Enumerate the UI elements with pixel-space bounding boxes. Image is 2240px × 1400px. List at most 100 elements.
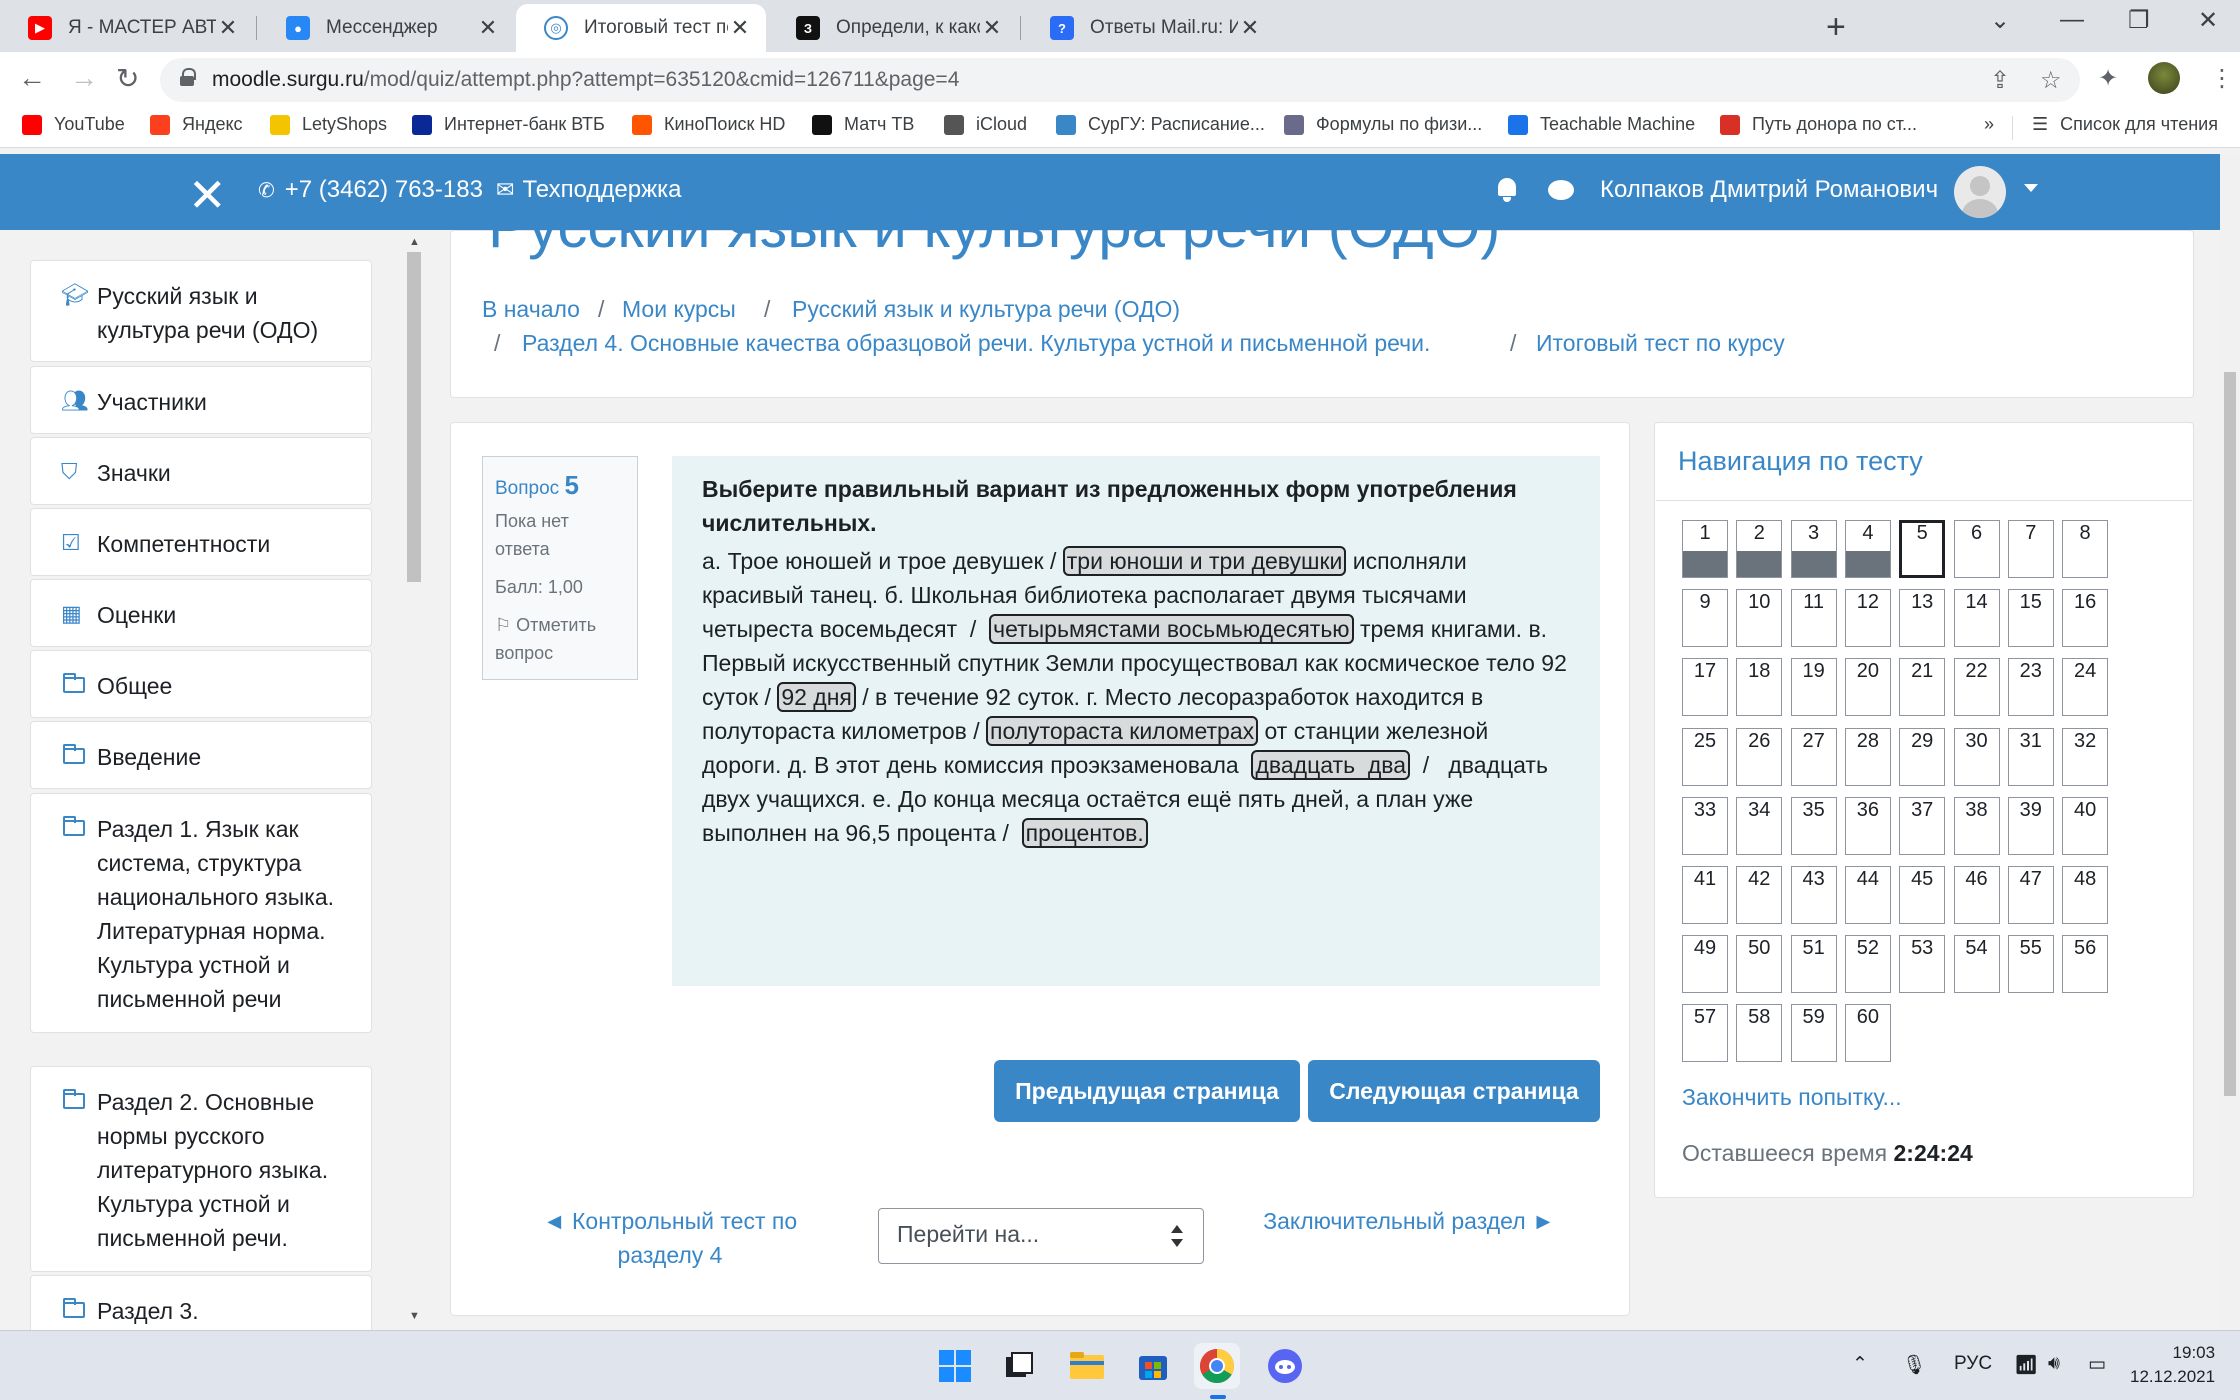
question-nav-button[interactable]: 7 (2007, 520, 2054, 578)
question-nav-button[interactable]: 58 (1736, 1004, 1783, 1063)
question-nav-button[interactable]: 3 (1790, 520, 1837, 578)
question-nav-button[interactable]: 43 (1790, 866, 1837, 924)
sidebar-item-section-3[interactable]: Раздел 3. (30, 1275, 372, 1330)
question-nav-button[interactable]: 4 (1844, 520, 1891, 578)
chrome-icon[interactable] (1194, 1343, 1240, 1389)
previous-activity-link[interactable]: ◄ Контрольный тест по разделу 4 (520, 1204, 820, 1272)
tab-mailru-answers[interactable]: ? Ответы Mail.ru: Исправьте ошиб ✕ (1022, 4, 1276, 52)
question-nav-button[interactable]: 17 (1682, 658, 1728, 717)
close-tab-icon[interactable]: ✕ (728, 15, 752, 41)
close-tab-icon[interactable]: ✕ (216, 15, 240, 41)
bookmark-surgu[interactable]: СурГУ: Расписание... (1056, 114, 1265, 135)
question-nav-button[interactable]: 52 (1844, 935, 1891, 994)
question-nav-button[interactable]: 35 (1790, 796, 1837, 855)
question-nav-button[interactable]: 47 (2007, 866, 2054, 924)
breadcrumb-course[interactable]: Русский язык и культура речи (ОДО) (792, 296, 1180, 323)
question-nav-button[interactable]: 31 (2007, 727, 2054, 786)
breadcrumb-section[interactable]: Раздел 4. Основные качества образцовой р… (522, 330, 1430, 357)
question-nav-button[interactable]: 22 (1953, 658, 2000, 717)
question-nav-button[interactable]: 13 (1899, 589, 1946, 648)
scroll-down-icon[interactable]: ▼ (409, 1310, 420, 1322)
bookmark-star-icon[interactable]: ☆ (2040, 66, 2062, 95)
address-bar[interactable]: moodle.surgu.ru/mod/quiz/attempt.php?att… (160, 58, 2080, 102)
reading-list[interactable]: ☰ Список для чтения (2032, 114, 2218, 135)
task-view-icon[interactable] (996, 1343, 1042, 1389)
microsoft-store-icon[interactable] (1130, 1343, 1176, 1389)
question-nav-button[interactable]: 45 (1899, 866, 1946, 924)
question-nav-button[interactable]: 40 (2062, 796, 2109, 855)
question-nav-button[interactable]: 1 (1682, 520, 1728, 578)
more-bookmarks-icon[interactable]: » (1984, 114, 1994, 135)
bookmark-matchtv[interactable]: Матч ТВ (812, 114, 914, 135)
bookmark-apple[interactable]: iCloud (944, 114, 1027, 135)
close-tab-icon[interactable]: ✕ (1238, 15, 1262, 41)
question-nav-button[interactable]: 26 (1736, 727, 1783, 786)
sidebar-item-participants[interactable]: 👥︎ Участники (30, 366, 372, 434)
discord-icon[interactable] (1262, 1343, 1308, 1389)
question-nav-button[interactable]: 9 (1682, 589, 1728, 648)
question-nav-button[interactable]: 34 (1736, 796, 1783, 855)
system-clock[interactable]: 19:03 12.12.2021 (2130, 1341, 2215, 1389)
question-nav-button[interactable]: 55 (2007, 935, 2054, 994)
close-tab-icon[interactable]: ✕ (980, 15, 1004, 41)
tab-messenger[interactable]: ● Мессенджер ✕ (258, 4, 514, 52)
question-nav-button[interactable]: 5 (1899, 520, 1946, 578)
show-hidden-icons[interactable]: ⌃ (1852, 1353, 1868, 1376)
question-nav-button[interactable]: 28 (1844, 727, 1891, 786)
question-nav-button[interactable]: 29 (1899, 727, 1946, 786)
microphone-icon[interactable]: 🎙︎ (1902, 1353, 1926, 1377)
extensions-icon[interactable]: ✦ (2098, 64, 2118, 93)
tab-znanija[interactable]: З Определи, к какому стилю отно ✕ (768, 4, 1018, 52)
question-nav-button[interactable]: 53 (1899, 935, 1946, 994)
question-nav-button[interactable]: 37 (1899, 796, 1946, 855)
forward-icon[interactable]: → (70, 62, 98, 94)
profile-avatar[interactable] (2148, 62, 2180, 94)
question-nav-button[interactable]: 12 (1844, 589, 1891, 648)
question-nav-button[interactable]: 57 (1682, 1004, 1728, 1063)
sidebar-item-general[interactable]: Общее (30, 650, 372, 718)
selected-answer[interactable]: три юноши и три девушки (1062, 546, 1347, 576)
minimize-button[interactable]: — (2060, 6, 2084, 34)
bookmark-vtb[interactable]: Интернет-банк ВТБ (412, 114, 605, 135)
sidebar-item-section-2[interactable]: Раздел 2. Основные нормы русского литера… (30, 1066, 372, 1272)
question-nav-button[interactable]: 24 (2062, 658, 2109, 717)
question-nav-button[interactable]: 32 (2062, 727, 2109, 786)
question-nav-button[interactable]: 11 (1790, 589, 1837, 648)
question-nav-button[interactable]: 20 (1844, 658, 1891, 717)
breadcrumb-quiz[interactable]: Итоговый тест по курсу (1536, 330, 1785, 357)
bookmark-teachable[interactable]: Teachable Machine (1508, 114, 1695, 135)
sidebar-item-section-1[interactable]: Раздел 1. Язык как система, структура на… (30, 793, 372, 1033)
share-icon[interactable]: ⇪ (1990, 66, 2010, 95)
question-nav-button[interactable]: 16 (2062, 589, 2109, 648)
question-nav-button[interactable]: 33 (1682, 796, 1728, 855)
new-tab-button[interactable]: + (1826, 8, 1846, 47)
sidebar-item-competencies[interactable]: ☑ Компетентности (30, 508, 372, 576)
language-indicator[interactable]: РУС (1954, 1353, 1992, 1375)
breadcrumb-my-courses[interactable]: Мои курсы (622, 296, 736, 323)
selected-answer[interactable]: четырьмястами восьмьюдесятью (989, 614, 1354, 644)
bookmark-yandex[interactable]: Яндекс (150, 114, 243, 135)
question-nav-button[interactable]: 51 (1790, 935, 1837, 994)
question-nav-button[interactable]: 41 (1682, 866, 1728, 924)
reload-icon[interactable]: ↻ (116, 62, 139, 95)
sidebar-item-course[interactable]: 🎓︎ Русский язык и культура речи (ОДО) (30, 260, 372, 362)
question-nav-button[interactable]: 30 (1953, 727, 2000, 786)
close-drawer-icon[interactable]: ✕ (188, 168, 227, 222)
question-nav-button[interactable]: 14 (1953, 589, 2000, 648)
selected-answer[interactable]: двадцать два (1251, 750, 1411, 780)
bookmark-letyshops[interactable]: LetyShops (270, 114, 387, 135)
question-nav-button[interactable]: 8 (2062, 520, 2109, 578)
tab-search-icon[interactable]: ⌄ (1990, 6, 2010, 35)
wifi-icon[interactable]: 📶︎ (2014, 1353, 2038, 1377)
drawer-scrollbar[interactable]: ▲ ▼ (404, 230, 424, 1330)
scroll-up-icon[interactable]: ▲ (409, 236, 420, 248)
file-explorer-icon[interactable] (1064, 1343, 1110, 1389)
question-nav-button[interactable]: 42 (1736, 866, 1783, 924)
question-nav-button[interactable]: 49 (1682, 935, 1728, 994)
windows-start-icon[interactable] (932, 1343, 978, 1389)
finish-attempt-link[interactable]: Закончить попытку... (1682, 1084, 1902, 1111)
close-window-button[interactable]: ✕ (2198, 6, 2218, 35)
question-nav-button[interactable]: 50 (1736, 935, 1783, 994)
page-scrollbar[interactable] (2220, 154, 2240, 1330)
bookmark-youtube[interactable]: YouTube (22, 114, 125, 135)
